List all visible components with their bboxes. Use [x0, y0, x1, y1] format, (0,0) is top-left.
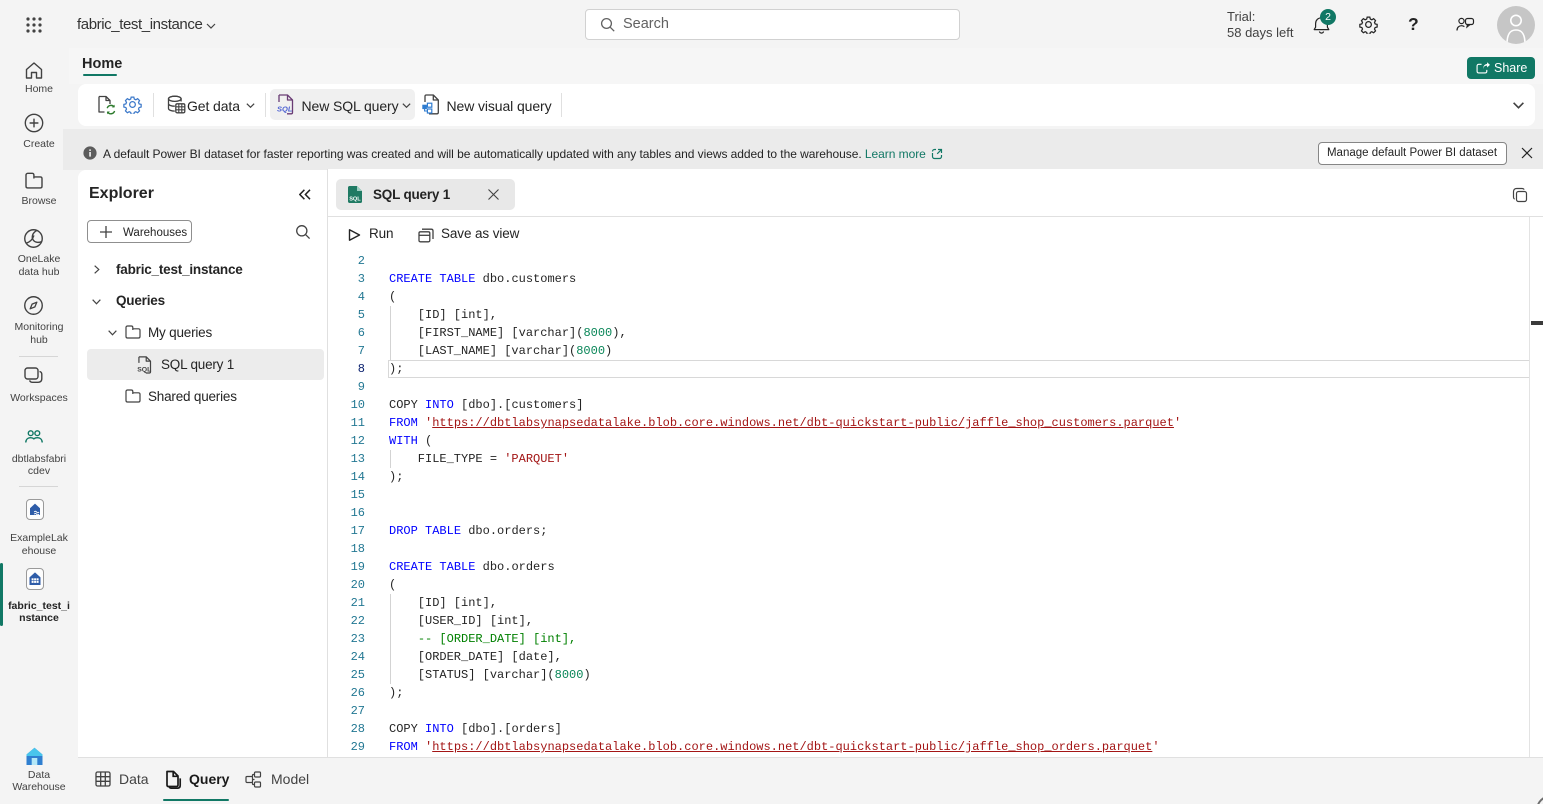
svg-text:SQL: SQL — [137, 366, 151, 373]
svg-text:SQL: SQL — [277, 105, 293, 114]
svg-text:SQL: SQL — [349, 196, 361, 202]
